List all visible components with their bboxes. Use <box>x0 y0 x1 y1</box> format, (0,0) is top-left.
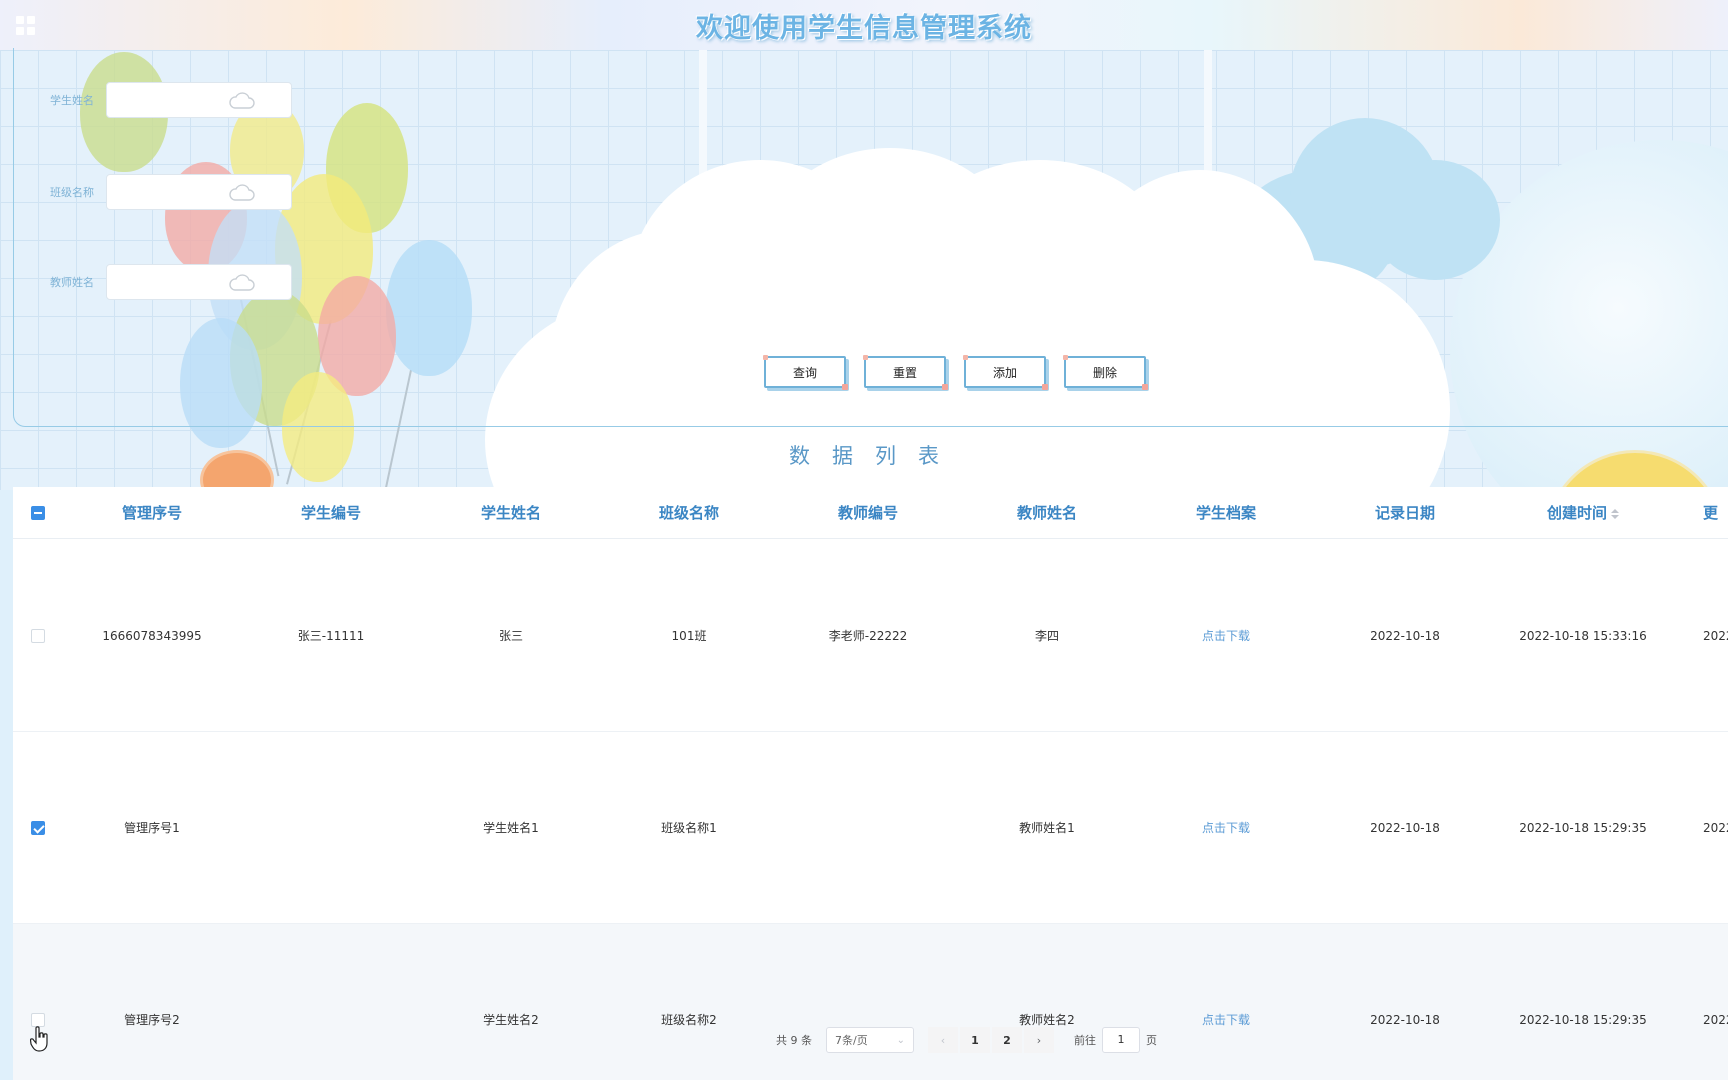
table-row[interactable]: 1666078343995 张三-11111 张三 101班 李老师-22222… <box>13 540 1728 732</box>
cell-class-name: 班级名称1 <box>661 821 717 835</box>
page-size-select[interactable]: 7条/页 ⌄ <box>826 1027 914 1053</box>
cell-manage-no: 管理序号2 <box>124 1013 180 1027</box>
grid-menu-icon[interactable] <box>16 16 36 36</box>
chevron-left-icon: ‹ <box>940 1033 946 1047</box>
student-name-label: 学生姓名 <box>50 94 94 107</box>
cell-record-date: 2022-10-18 <box>1370 629 1440 643</box>
chevron-right-icon: › <box>1036 1033 1042 1047</box>
column-header[interactable]: 教师编号 <box>808 487 928 539</box>
cloud-icon <box>229 274 255 291</box>
cell-created-time: 2022-10-18 15:29:35 <box>1519 821 1647 835</box>
app-page: 欢迎使用学生信息管理系统 学生姓名 班级名称 教师姓名 查询 重置 添加 删除 … <box>0 0 1728 1080</box>
column-header[interactable]: 学生档案 <box>1166 487 1286 539</box>
download-archive-link[interactable]: 点击下载 <box>1166 924 1286 1080</box>
cloud-icon <box>229 184 255 201</box>
cell-teacher-name: 李四 <box>1034 629 1059 643</box>
search-row-teacher-name: 教师姓名 <box>50 264 292 300</box>
cell-student-name: 张三 <box>498 629 523 643</box>
cell-student-no: 张三-11111 <box>297 629 365 643</box>
search-row-student-name: 学生姓名 <box>50 82 292 118</box>
prev-page-button[interactable]: ‹ <box>928 1027 958 1053</box>
delete-button[interactable]: 删除 <box>1063 355 1148 390</box>
cell-student-no <box>271 732 391 924</box>
teacher-name-input[interactable] <box>106 264 292 300</box>
goto-label: 前往 <box>1074 1034 1096 1047</box>
download-archive-link[interactable]: 点击下载 <box>1166 732 1286 924</box>
goto-page-input[interactable]: 1 <box>1102 1027 1140 1053</box>
cell-manage-no: 管理序号1 <box>124 821 180 835</box>
pagination: 共 9 条 7条/页 ⌄ ‹ 1 2 › 前往 1 页 <box>776 1026 1157 1054</box>
page-jump: 前往 1 页 <box>1074 1027 1157 1053</box>
cell-manage-no: 1666078343995 <box>102 629 202 643</box>
page-title: 欢迎使用学生信息管理系统 <box>696 12 1032 44</box>
page-button-2[interactable]: 2 <box>992 1027 1022 1053</box>
cell-created-time: 2022-10-18 15:33:16 <box>1519 629 1647 643</box>
data-table: 管理序号 学生编号 学生姓名 班级名称 教师编号 教师姓名 学生档案 记录日期 … <box>13 487 1728 1080</box>
hand-cursor-icon <box>30 1026 48 1052</box>
cloud-icon <box>229 92 255 109</box>
column-header[interactable]: 学生姓名 <box>451 487 571 539</box>
page-header: 欢迎使用学生信息管理系统 <box>0 0 1728 50</box>
add-button[interactable]: 添加 <box>963 355 1048 390</box>
row-checkbox[interactable] <box>31 1013 45 1027</box>
column-header-label: 创建时间 <box>1546 504 1607 522</box>
page-size-value: 7条/页 <box>835 1034 868 1047</box>
cell-student-no <box>271 924 391 1080</box>
page-button-1[interactable]: 1 <box>960 1027 990 1053</box>
column-header[interactable]: 教师姓名 <box>987 487 1107 539</box>
cell-class-name: 班级名称2 <box>661 1013 717 1027</box>
cell-teacher-name: 教师姓名2 <box>1019 1013 1075 1027</box>
download-archive-link[interactable]: 点击下载 <box>1166 540 1286 732</box>
sortable-column-header[interactable]: 创建时间 <box>1513 487 1653 539</box>
column-header[interactable]: 班级名称 <box>629 487 749 539</box>
cell-class-name: 101班 <box>671 629 707 643</box>
cell-record-date: 2022-10-18 <box>1370 821 1440 835</box>
cell-teacher-no: 李老师-22222 <box>828 629 908 643</box>
next-page-button[interactable]: › <box>1024 1027 1054 1053</box>
column-header[interactable]: 学生编号 <box>271 487 391 539</box>
list-title: 数据列表 <box>789 444 961 468</box>
row-checkbox[interactable] <box>31 629 45 643</box>
cell-created-time: 2022-10-18 15:29:35 <box>1519 1013 1647 1027</box>
row-checkbox[interactable] <box>31 821 45 835</box>
class-name-input[interactable] <box>106 174 292 210</box>
cell-record-date: 2022-10-18 <box>1370 1013 1440 1027</box>
sort-icon[interactable] <box>1611 508 1619 519</box>
cell-student-name: 学生姓名2 <box>483 1013 539 1027</box>
cell-student-name: 学生姓名1 <box>483 821 539 835</box>
chevron-down-icon: ⌄ <box>896 1034 905 1046</box>
cell-teacher-no <box>808 732 928 924</box>
cell-updated-time: 2022 <box>1703 1013 1728 1027</box>
student-name-input[interactable] <box>106 82 292 118</box>
teacher-name-label: 教师姓名 <box>50 276 94 289</box>
query-button[interactable]: 查询 <box>763 355 848 390</box>
column-header[interactable]: 更 <box>1703 487 1728 539</box>
cell-updated-time: 2022 <box>1703 821 1728 835</box>
table-row[interactable]: 管理序号2 学生姓名2 班级名称2 教师姓名2 点击下载 2022-10-18 … <box>13 924 1728 1080</box>
table-header: 管理序号 学生编号 学生姓名 班级名称 教师编号 教师姓名 学生档案 记录日期 … <box>13 487 1728 539</box>
search-row-class-name: 班级名称 <box>50 174 292 210</box>
select-all-checkbox[interactable] <box>31 506 45 520</box>
cell-teacher-name: 教师姓名1 <box>1019 821 1075 835</box>
column-header[interactable]: 管理序号 <box>93 487 211 539</box>
cell-teacher-no <box>808 924 928 1080</box>
class-name-label: 班级名称 <box>50 186 94 199</box>
table-row[interactable]: 管理序号1 学生姓名1 班级名称1 教师姓名1 点击下载 2022-10-18 … <box>13 732 1728 924</box>
pagination-total: 共 9 条 <box>776 1034 812 1047</box>
action-buttons: 查询 重置 添加 删除 <box>763 355 1148 390</box>
page-suffix-label: 页 <box>1146 1034 1157 1047</box>
cell-updated-time: 2022 <box>1703 629 1728 643</box>
column-header[interactable]: 记录日期 <box>1345 487 1465 539</box>
reset-button[interactable]: 重置 <box>863 355 948 390</box>
